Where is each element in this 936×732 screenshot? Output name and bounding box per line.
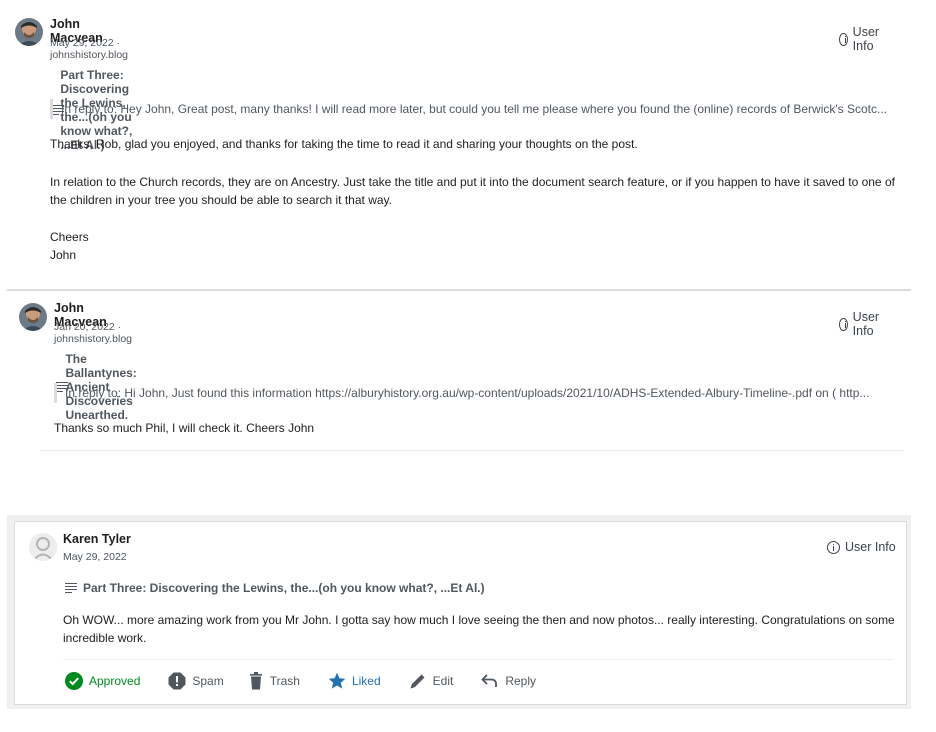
reply-quote[interactable]: In reply to: Hi John, Just found this in… bbox=[54, 383, 902, 403]
edit-button[interactable]: Edit bbox=[409, 672, 454, 690]
avatar[interactable] bbox=[19, 303, 47, 331]
post-title: Part Three: Discovering the Lewins, the.… bbox=[83, 581, 485, 595]
trash-icon bbox=[249, 672, 262, 690]
edit-label: Edit bbox=[432, 674, 454, 688]
spam-button[interactable]: Spam bbox=[168, 672, 224, 690]
approve-label: Approved bbox=[89, 674, 141, 688]
divider bbox=[7, 289, 911, 291]
like-button[interactable]: Liked bbox=[328, 672, 381, 690]
comment-meta[interactable]: Jan 20, 2022 · johnshistory.blog bbox=[54, 321, 132, 345]
post-icon bbox=[65, 583, 77, 594]
comment-author[interactable]: Karen Tyler bbox=[63, 532, 131, 546]
comment-paragraph: John bbox=[50, 248, 77, 262]
reply-quote[interactable]: In reply to: Hey John, Great post, many … bbox=[50, 99, 902, 119]
user-info-link[interactable]: User Info bbox=[839, 25, 883, 53]
info-icon bbox=[827, 540, 840, 554]
reply-icon bbox=[481, 674, 498, 687]
reply-button[interactable]: Reply bbox=[481, 672, 536, 690]
comment-paragraph: Thanks, Rob, glad you enjoyed, and thank… bbox=[50, 137, 638, 151]
star-icon bbox=[328, 672, 346, 689]
comment-meta[interactable]: May 29, 2022 · johnshistory.blog bbox=[50, 37, 128, 61]
trash-label: Trash bbox=[269, 674, 300, 688]
user-info-link[interactable]: User Info bbox=[827, 540, 896, 554]
info-icon bbox=[839, 317, 848, 331]
user-info-label: User Info bbox=[845, 540, 896, 554]
spam-icon bbox=[168, 672, 186, 690]
trash-button[interactable]: Trash bbox=[248, 672, 300, 690]
user-info-label: User Info bbox=[852, 310, 880, 338]
user-info-link[interactable]: User Info bbox=[839, 310, 883, 338]
reply-label: Reply bbox=[505, 674, 537, 688]
info-icon bbox=[839, 32, 848, 46]
comment-paragraph: In relation to the Church records, they … bbox=[50, 175, 895, 207]
divider bbox=[63, 659, 893, 660]
comment-meta[interactable]: May 29, 2022 bbox=[63, 551, 127, 563]
check-circle-icon bbox=[65, 672, 83, 690]
divider bbox=[40, 450, 904, 451]
comment-paragraph: Oh WOW... more amazing work from you Mr … bbox=[63, 613, 895, 645]
comment-card: Karen Tyler May 29, 2022 User Info Part … bbox=[14, 521, 907, 705]
user-info-label: User Info bbox=[852, 25, 880, 53]
like-label: Liked bbox=[351, 674, 381, 688]
pencil-icon bbox=[410, 674, 425, 689]
post-link[interactable]: Part Three: Discovering the Lewins, the.… bbox=[65, 581, 485, 595]
approve-button[interactable]: Approved bbox=[65, 672, 140, 690]
comment-paragraph: Cheers bbox=[50, 230, 89, 244]
avatar[interactable] bbox=[15, 18, 43, 46]
spam-label: Spam bbox=[192, 674, 224, 688]
comment-actions: Approved Spam Trash Liked Edit Reply bbox=[65, 672, 536, 690]
comment-paragraph: Thanks so much Phil, I will check it. Ch… bbox=[54, 421, 315, 435]
avatar[interactable] bbox=[29, 533, 57, 561]
